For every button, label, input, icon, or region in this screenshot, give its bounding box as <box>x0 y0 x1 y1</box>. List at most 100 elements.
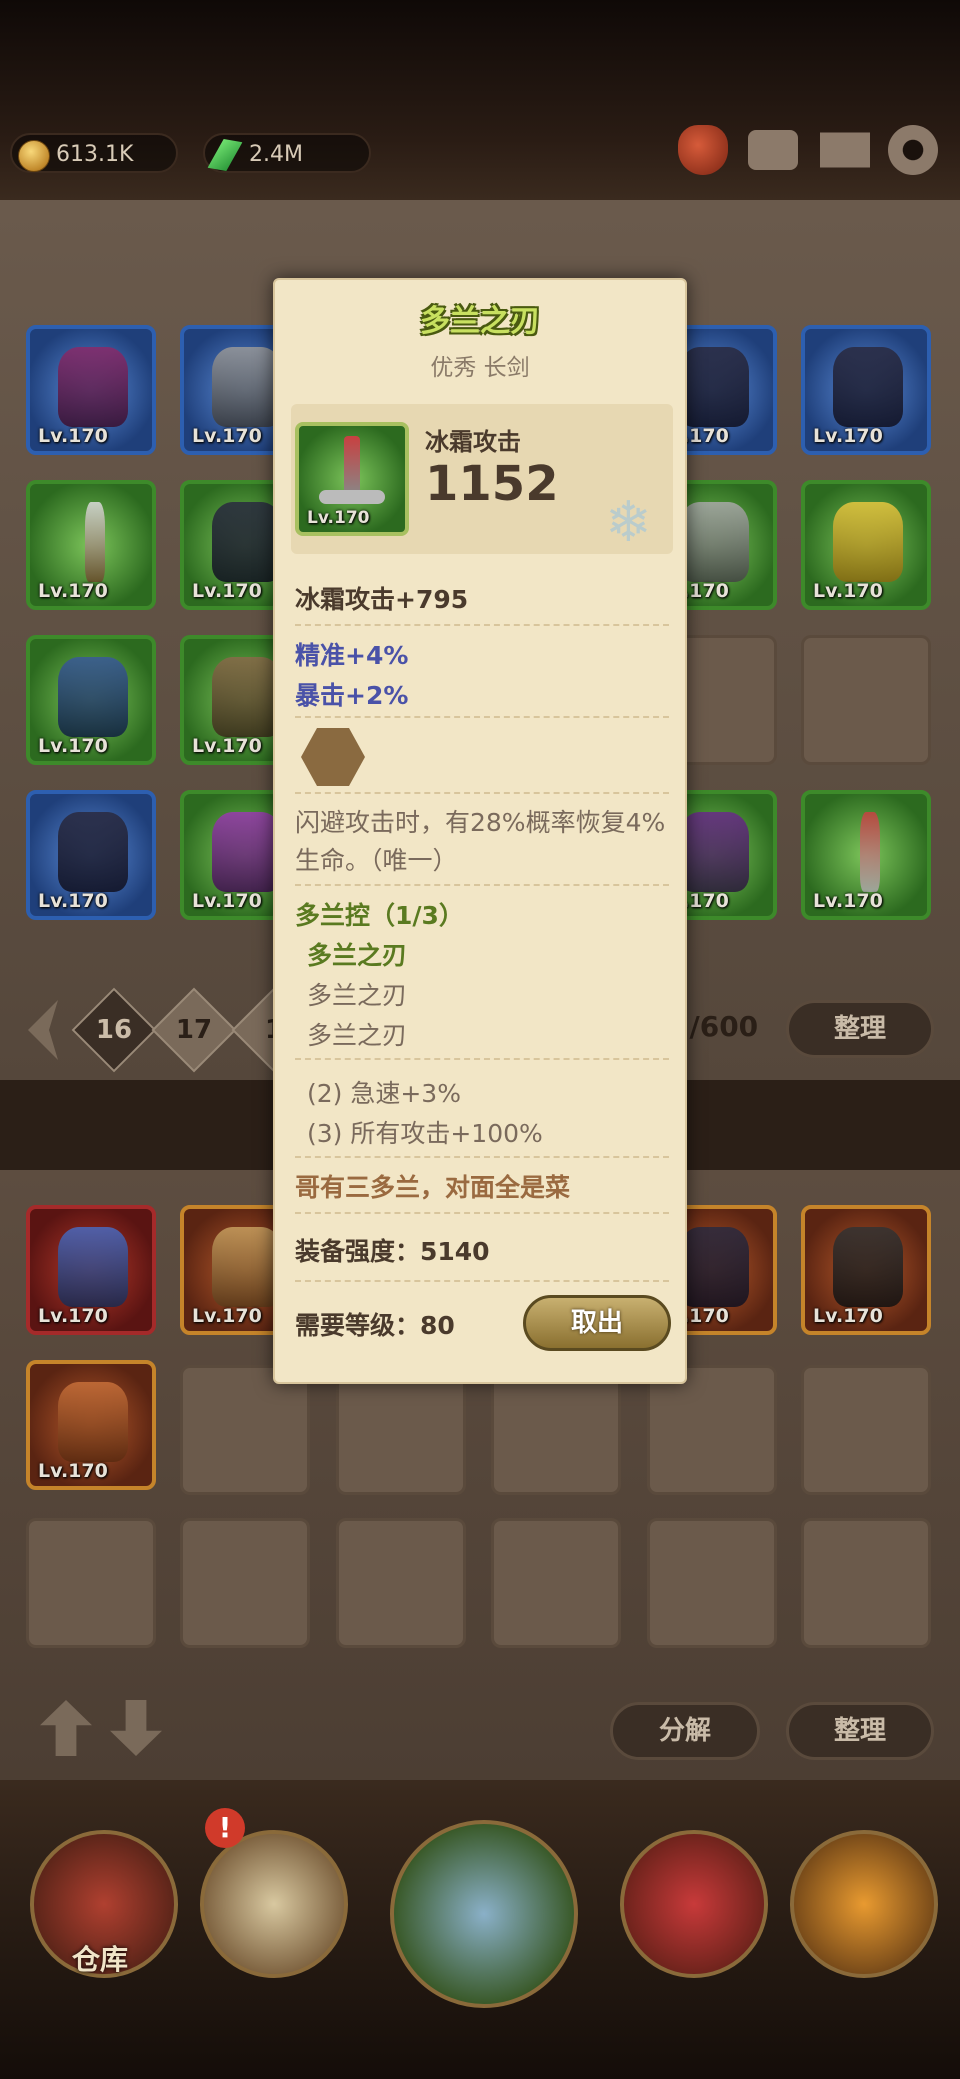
tavern-icon <box>200 1830 348 1978</box>
item-level: Lv.170 <box>813 890 883 912</box>
item-level: Lv.170 <box>192 1305 262 1327</box>
wizard-hat-icon <box>212 812 282 892</box>
pouch-icon[interactable] <box>678 125 728 175</box>
divider <box>295 1156 669 1158</box>
item-level: Lv.170 <box>192 890 262 912</box>
gold-coin-icon <box>18 140 50 172</box>
set-item: 多兰之刃 <box>307 981 408 1010</box>
chainmail-icon <box>212 657 282 737</box>
set-item: 多兰之刃 <box>307 941 408 970</box>
nav-adventure[interactable] <box>380 1810 580 2008</box>
inventory-slot[interactable]: Lv.170 <box>26 480 156 610</box>
hood-boots-icon <box>58 657 128 737</box>
equipped-slot[interactable]: Lv.170 <box>26 1360 156 1490</box>
gold-amount: 613.1K <box>56 142 134 167</box>
nav-forge[interactable] <box>780 1810 940 1990</box>
set-bonus: (2) 急速+3% <box>307 1079 461 1108</box>
inventory-slot[interactable]: Lv.170 <box>801 790 931 920</box>
forge-icon <box>790 1830 938 1978</box>
greaves-icon <box>58 812 128 892</box>
passive-effect: 闪避攻击时，有28%概率恢复4%生命。（唯一） <box>295 808 666 875</box>
page-number: 16 <box>95 1015 133 1045</box>
empty-slot[interactable] <box>336 1365 466 1495</box>
sword-blade <box>344 436 360 496</box>
item-level: Lv.170 <box>38 1460 108 1482</box>
gear-score: 装备强度：5140 <box>295 1237 490 1266</box>
equipped-slot[interactable]: Lv.170 <box>26 1205 156 1335</box>
boots-icon <box>833 347 903 427</box>
flavor-text: 哥有三多兰，对面全是菜 <box>295 1173 571 1202</box>
required-level: 需要等级：80 <box>295 1311 455 1340</box>
spear-icon <box>85 502 105 582</box>
inventory-slot[interactable]: Lv.170 <box>26 325 156 455</box>
sort-button-bottom[interactable]: 整理 <box>786 1702 934 1760</box>
adventure-icon <box>390 1820 578 2008</box>
nav-shop[interactable] <box>610 1810 770 1990</box>
inventory-slot[interactable]: Lv.170 <box>26 790 156 920</box>
helmet-icon <box>212 347 282 427</box>
empty-slot[interactable] <box>180 1365 310 1495</box>
empty-slot[interactable] <box>26 1518 156 1648</box>
item-level: Lv.170 <box>38 735 108 757</box>
item-level: Lv.170 <box>813 1305 883 1327</box>
item-type: 优秀 长剑 <box>430 355 530 381</box>
alert-badge: ! <box>205 1808 245 1848</box>
equipped-slot[interactable]: Lv.170 <box>801 1205 931 1335</box>
divider <box>295 1280 669 1282</box>
empty-slot[interactable] <box>491 1518 621 1648</box>
item-level: Lv.170 <box>813 580 883 602</box>
inventory-slot[interactable]: Lv.170 <box>801 325 931 455</box>
sort-button[interactable]: 整理 <box>786 1000 934 1058</box>
empty-slot[interactable] <box>647 1365 777 1495</box>
gold-counter[interactable]: 613.1K <box>10 133 178 173</box>
item-level: Lv.170 <box>38 580 108 602</box>
empty-slot[interactable] <box>647 1518 777 1648</box>
empty-slot[interactable] <box>801 1518 931 1648</box>
empty-slot[interactable] <box>336 1518 466 1648</box>
empty-slot[interactable] <box>801 635 931 765</box>
gem-socket-icon <box>301 728 365 786</box>
snowflake-icon: ❄ <box>605 490 652 555</box>
set-bonus: (3) 所有攻击+100% <box>307 1119 543 1148</box>
gem-counter[interactable]: 2.4M <box>203 133 371 173</box>
inventory-slot[interactable]: Lv.170 <box>801 480 931 610</box>
item-level: Lv.170 <box>192 425 262 447</box>
bonus-stat: 精准+4% <box>295 641 409 670</box>
base-stat: 冰霜攻击+795 <box>295 585 469 614</box>
divider <box>295 1212 669 1214</box>
item-level: Lv.170 <box>38 425 108 447</box>
longsword-icon: Lv.170 <box>295 422 409 536</box>
armor-icon <box>212 502 282 582</box>
divider <box>295 1058 669 1060</box>
main-stat-name: 冰霜攻击 <box>425 428 521 456</box>
take-out-button[interactable]: 取出 <box>523 1295 671 1351</box>
nav-warehouse[interactable]: 仓库 <box>20 1810 180 1990</box>
sword-guard <box>319 490 385 504</box>
settings-gear-icon[interactable] <box>888 125 938 175</box>
set-item: 多兰之刃 <box>307 1021 408 1050</box>
nav-warehouse-label: 仓库 <box>71 1943 128 1976</box>
bonus-stat: 暴击+2% <box>295 681 409 710</box>
dagger-icon <box>679 812 749 892</box>
shop-icon <box>620 1830 768 1978</box>
divider <box>295 884 669 886</box>
main-stat-value: 1152 <box>425 456 559 512</box>
item-level: Lv.170 <box>192 580 262 602</box>
gem-amount: 2.4M <box>249 142 303 167</box>
decompose-button[interactable]: 分解 <box>610 1702 760 1760</box>
black-gauntlet-icon <box>833 1227 903 1307</box>
empty-slot[interactable] <box>180 1518 310 1648</box>
item-level: Lv.170 <box>813 425 883 447</box>
empty-slot[interactable] <box>491 1365 621 1495</box>
empty-slot[interactable] <box>801 1365 931 1495</box>
set-name: 多兰控（1/3） <box>295 901 464 930</box>
green-gem-icon <box>207 139 244 171</box>
item-name: 多兰之刃 <box>420 304 540 339</box>
inventory-slot[interactable]: Lv.170 <box>26 635 156 765</box>
divider <box>295 716 669 718</box>
chat-icon[interactable] <box>748 130 798 170</box>
item-level: Lv.170 <box>192 735 262 757</box>
blue-boots-icon <box>58 1227 128 1307</box>
hood-icon <box>58 347 128 427</box>
divider <box>295 792 669 794</box>
